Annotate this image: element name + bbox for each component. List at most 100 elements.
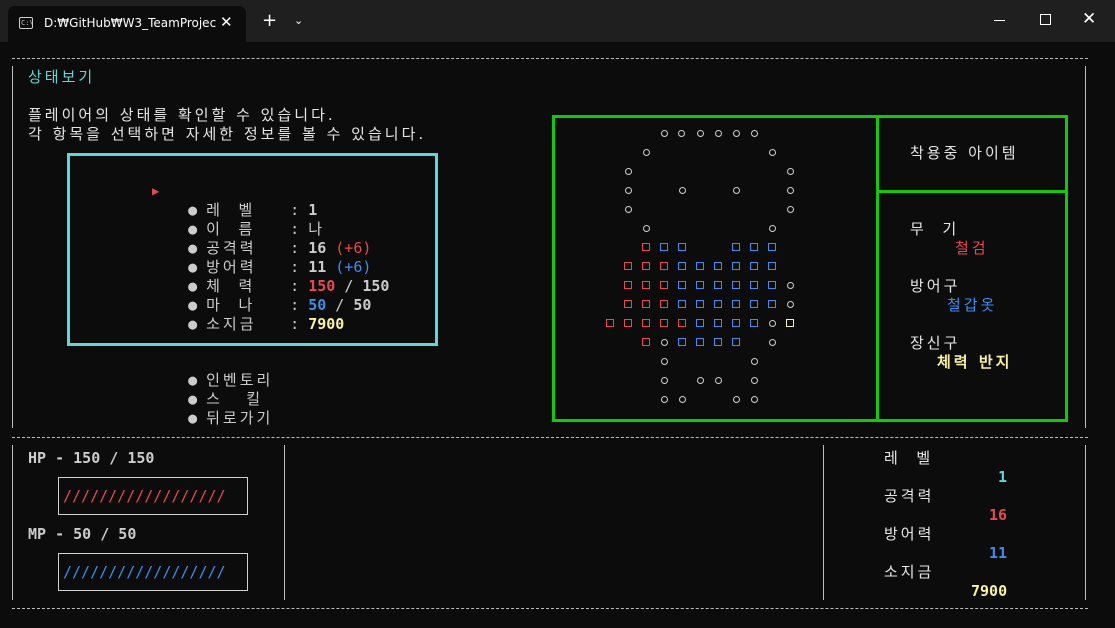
art-square <box>768 300 776 308</box>
art-square <box>750 300 758 308</box>
art-dot <box>787 282 794 289</box>
hud-level-label: 레 벨 <box>884 449 934 467</box>
frame-right-border <box>1085 66 1086 428</box>
art-dot <box>733 187 740 194</box>
menu-item-back[interactable]: ● 뒤로가기 <box>170 390 273 427</box>
art-dot <box>661 358 668 365</box>
art-square <box>732 319 740 327</box>
stat-row-hp[interactable]: ● 체 력: 150 / 150 <box>170 258 389 295</box>
art-square <box>624 319 632 327</box>
art-dot <box>643 225 650 232</box>
armor-label: 방어구 <box>910 277 961 295</box>
art-dot <box>661 339 668 346</box>
hud-attack-value: 16 <box>989 506 1008 524</box>
frame-top-border <box>12 58 1088 60</box>
art-dot <box>625 168 632 175</box>
maximize-button[interactable] <box>1036 10 1056 30</box>
art-square <box>678 243 686 251</box>
art-dot <box>697 377 704 384</box>
art-square <box>660 262 668 270</box>
art-square <box>642 319 650 327</box>
tab-close-icon[interactable]: ✕ <box>220 13 233 31</box>
accessory-label: 장신구 <box>910 334 961 352</box>
frame-bottom-border <box>12 608 1088 610</box>
stat-row-attack[interactable]: ● 공격력: 16 (+6) <box>170 220 371 257</box>
hud-gold-value: 7900 <box>971 582 1008 600</box>
bullet-icon: ● <box>188 315 198 333</box>
equipment-header-divider <box>876 190 1068 193</box>
hud-attack-label: 공격력 <box>884 487 935 505</box>
art-square <box>732 338 740 346</box>
new-tab-button[interactable]: + <box>262 12 277 30</box>
art-square <box>678 319 686 327</box>
hud-divider-left <box>284 445 285 600</box>
art-square <box>750 262 758 270</box>
art-square <box>750 319 758 327</box>
art-square <box>696 319 704 327</box>
minimize-button[interactable] <box>990 10 1010 30</box>
art-dot <box>787 168 794 175</box>
art-square <box>750 243 758 251</box>
art-square <box>696 281 704 289</box>
stat-row-defense[interactable]: ● 방어력: 11 (+6) <box>170 239 371 276</box>
stat-row-level[interactable]: ● 레 벨: 1 <box>170 182 317 219</box>
art-square <box>678 262 686 270</box>
bullet-icon: ● <box>188 409 198 427</box>
art-dot <box>769 339 776 346</box>
art-dot <box>787 187 794 194</box>
art-dot <box>769 149 776 156</box>
art-dot <box>733 130 740 137</box>
armor-value: 철갑옷 <box>947 296 998 314</box>
art-square <box>714 281 722 289</box>
frame-middle-border <box>12 437 1088 439</box>
art-square <box>696 262 704 270</box>
art-square <box>696 300 704 308</box>
art-square <box>732 281 740 289</box>
art-square <box>714 319 722 327</box>
character-ascii-art <box>555 118 876 419</box>
hud-level-value: 1 <box>998 468 1008 486</box>
terminal-tab[interactable]: C:\ D:₩GitHub₩W3_TeamProject₩ ✕ <box>8 6 246 42</box>
art-dot <box>625 187 632 194</box>
art-square <box>624 262 632 270</box>
stat-row-name[interactable]: ● 이 름: 나 <box>170 201 325 238</box>
mp-max: 50 <box>353 296 372 314</box>
art-square <box>642 300 650 308</box>
art-square <box>642 338 650 346</box>
art-dot <box>769 320 776 327</box>
mp-bar-fill: ////////////////// <box>63 563 226 581</box>
art-dot <box>679 187 686 194</box>
art-square <box>768 281 776 289</box>
title-bar: C:\ D:₩GitHub₩W3_TeamProject₩ ✕ + ⌄ ✕ <box>0 0 1115 42</box>
stat-row-mp[interactable]: ● 마 나: 50 / 50 <box>170 277 371 314</box>
art-square <box>660 281 668 289</box>
hud-divider-right <box>823 445 824 600</box>
equipment-divider <box>876 115 879 422</box>
mp-bar-frame: ////////////////// <box>58 553 248 591</box>
hp-bar-fill: ////////////////// <box>63 487 226 505</box>
art-dot <box>643 149 650 156</box>
hud-defense-value: 11 <box>989 544 1008 562</box>
art-dot <box>751 130 758 137</box>
chevron-down-icon[interactable]: ⌄ <box>294 14 303 27</box>
art-dot <box>661 377 668 384</box>
art-square <box>750 281 758 289</box>
art-dot <box>715 130 722 137</box>
art-dot <box>751 396 758 403</box>
menu-item-inventory[interactable]: ● 인벤토리 <box>170 352 273 389</box>
art-square <box>714 338 722 346</box>
stat-row-gold[interactable]: ● 소지금: 7900 <box>170 296 344 333</box>
art-square <box>606 319 614 327</box>
art-square <box>732 300 740 308</box>
menu-item-skill[interactable]: ● 스 킬 <box>170 371 263 408</box>
art-square <box>624 300 632 308</box>
page-title: 상태보기 <box>28 68 96 86</box>
art-dot <box>625 206 632 213</box>
intro-line-1: 플레이어의 상태를 확인할 수 있습니다. <box>28 106 336 124</box>
art-dot <box>787 301 794 308</box>
art-dot <box>678 130 685 137</box>
art-square <box>642 243 650 251</box>
tab-title: D:₩GitHub₩W3_TeamProject₩ <box>44 16 216 30</box>
close-window-button[interactable]: ✕ <box>1082 9 1102 29</box>
hud-defense-label: 방어력 <box>884 525 935 543</box>
